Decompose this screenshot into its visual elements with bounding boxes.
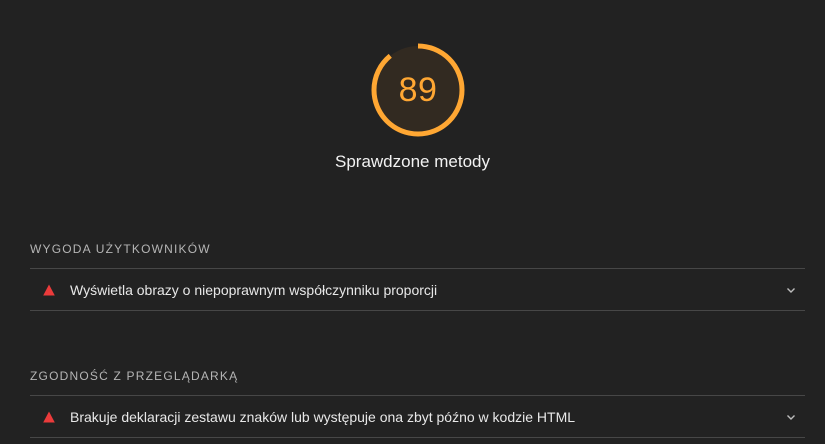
chevron-down-icon[interactable]: [785, 411, 797, 423]
group-title: ZGODNOŚĆ Z PRZEGLĄDARKĄ: [30, 357, 805, 396]
audit-item[interactable]: Wyświetla obrazy o niepoprawnym współczy…: [30, 269, 805, 311]
warning-triangle-icon: [43, 411, 55, 422]
score-gauge: 89: [368, 40, 468, 140]
warning-triangle-icon: [43, 284, 55, 295]
audit-item[interactable]: Brakuje deklaracji zestawu znaków lub wy…: [30, 396, 805, 438]
group-title: WYGODA UŻYTKOWNIKÓW: [30, 230, 805, 269]
chevron-down-icon[interactable]: [785, 284, 797, 296]
audit-group-browser-compat: ZGODNOŚĆ Z PRZEGLĄDARKĄ Brakuje deklarac…: [30, 357, 805, 438]
gauge-score: 89: [398, 70, 438, 109]
audit-group-ux: WYGODA UŻYTKOWNIKÓW Wyświetla obrazy o n…: [30, 230, 805, 311]
audit-title: Brakuje deklaracji zestawu znaków lub wy…: [70, 408, 576, 425]
gauge-title: Sprawdzone metody: [335, 152, 490, 171]
lighthouse-report: 89 Sprawdzone metody WYGODA UŻYTKOWNIKÓW…: [0, 0, 825, 444]
audit-title: Wyświetla obrazy o niepoprawnym współczy…: [70, 281, 438, 298]
